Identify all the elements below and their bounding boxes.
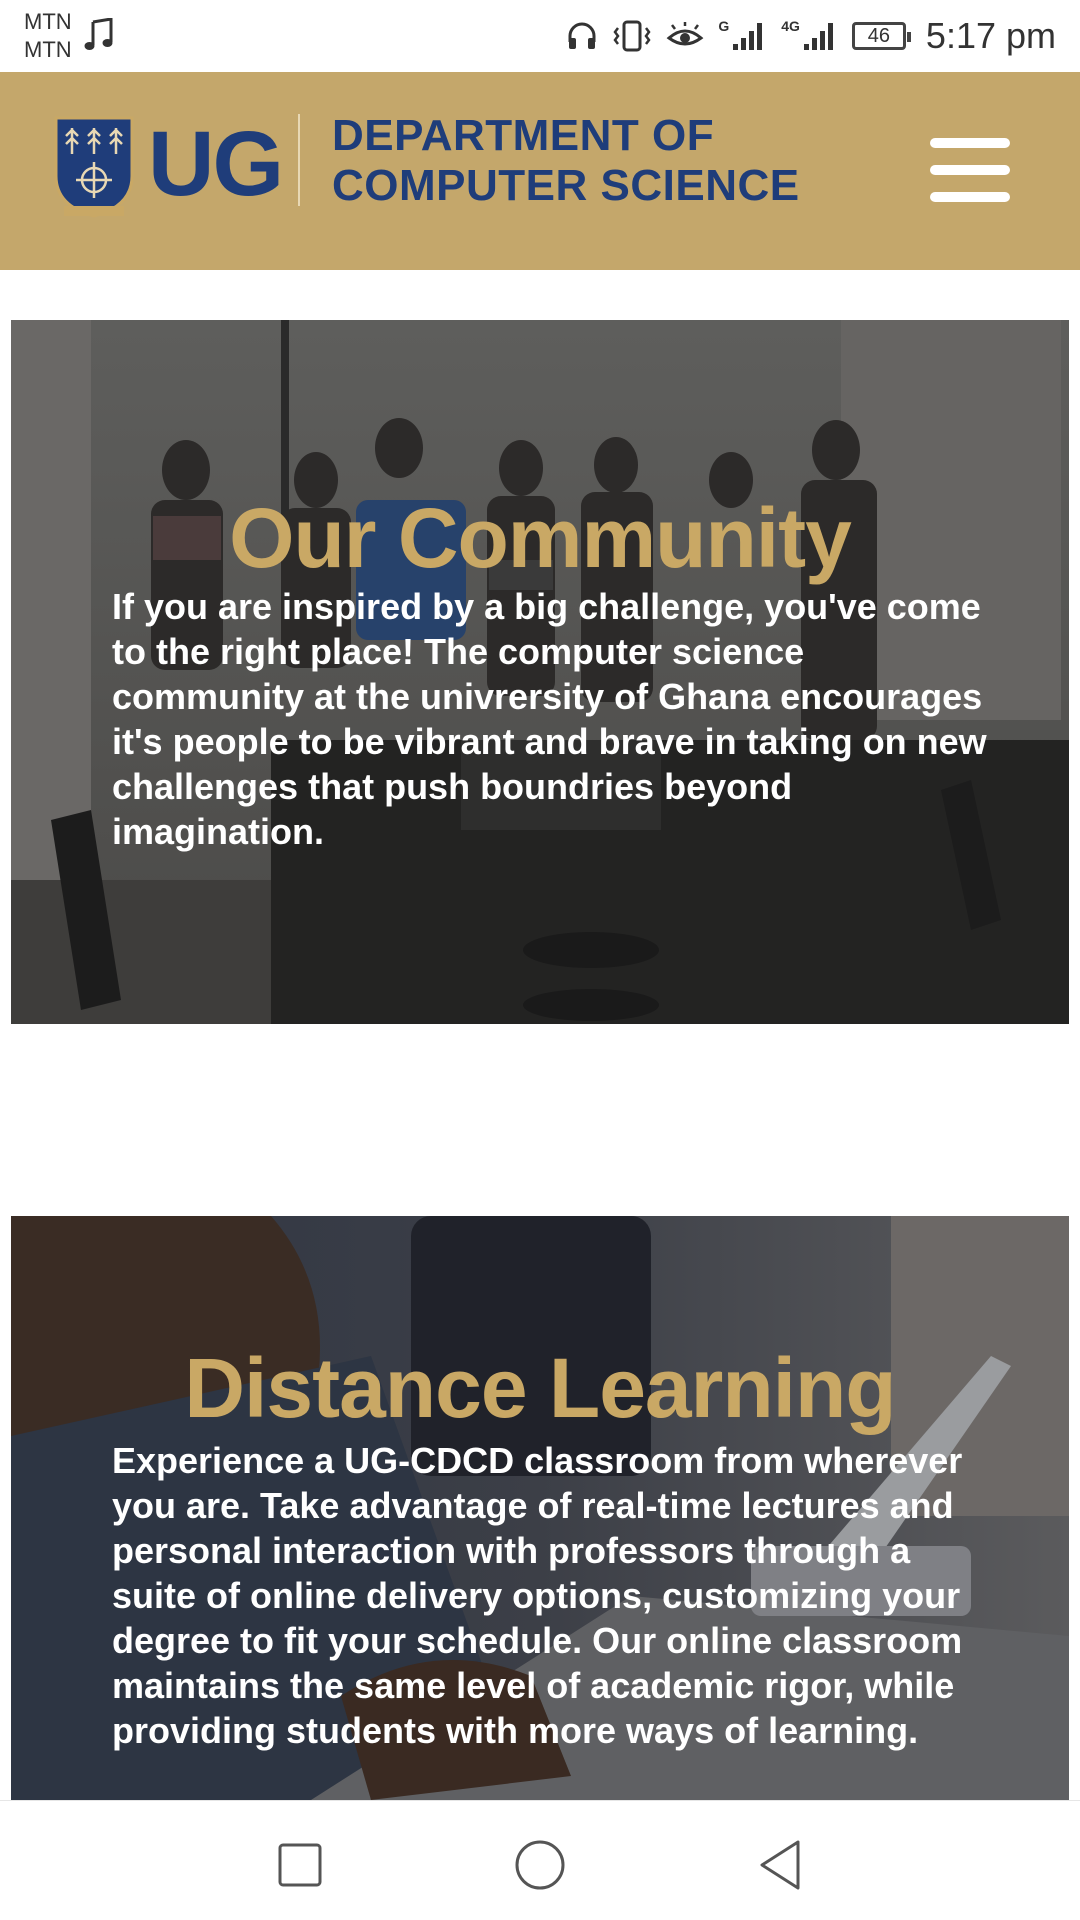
carrier-2: MTN <box>24 37 72 62</box>
clock: 5:17 pm <box>925 15 1056 56</box>
community-section: Our Community If you are inspired by a b… <box>11 320 1069 1024</box>
music-note-icon <box>84 18 113 50</box>
battery-icon: 46 <box>851 22 911 50</box>
back-triangle-icon[interactable] <box>750 1835 810 1895</box>
hamburger-menu-icon[interactable] <box>930 130 1010 210</box>
department-title-line-1: DEPARTMENT OF <box>332 111 715 160</box>
home-circle-icon[interactable] <box>510 1835 570 1895</box>
header-divider <box>298 114 300 206</box>
network-type-2: 4G <box>781 18 800 34</box>
system-navigation-bar <box>0 1800 1080 1920</box>
carrier-labels: MTN MTN <box>24 8 72 64</box>
menu-bar <box>930 192 1010 202</box>
distance-learning-title: Distance Learning <box>184 1341 896 1435</box>
distance-learning-section: Distance Learning Experience a UG-CDCD c… <box>11 1216 1069 1800</box>
status-bar: MTN MTN G 4G 46 5:17 pm <box>0 0 1080 72</box>
signal-icon <box>803 23 833 50</box>
signal-icon <box>733 23 763 50</box>
menu-bar <box>930 138 1010 148</box>
carrier-1: MTN <box>24 9 72 34</box>
university-crest-icon <box>54 116 134 218</box>
community-text: If you are inspired by a big challenge, … <box>112 586 987 852</box>
vibrate-icon <box>613 20 651 52</box>
community-title: Our Community <box>229 491 852 585</box>
headphones-icon <box>568 22 596 49</box>
eye-comfort-icon <box>666 22 704 46</box>
network-type-1: G <box>718 18 730 34</box>
logo-text: UG <box>148 113 284 215</box>
distance-learning-text: Experience a UG-CDCD classroom from wher… <box>112 1440 963 1751</box>
status-icons: G 4G 46 5:17 pm <box>566 14 1056 58</box>
menu-bar <box>930 165 1010 175</box>
battery-level: 46 <box>867 24 891 47</box>
site-header: UG DEPARTMENT OF COMPUTER SCIENCE <box>0 72 1080 270</box>
department-title-line-2: COMPUTER SCIENCE <box>332 161 800 210</box>
recents-square-icon[interactable] <box>270 1835 330 1895</box>
